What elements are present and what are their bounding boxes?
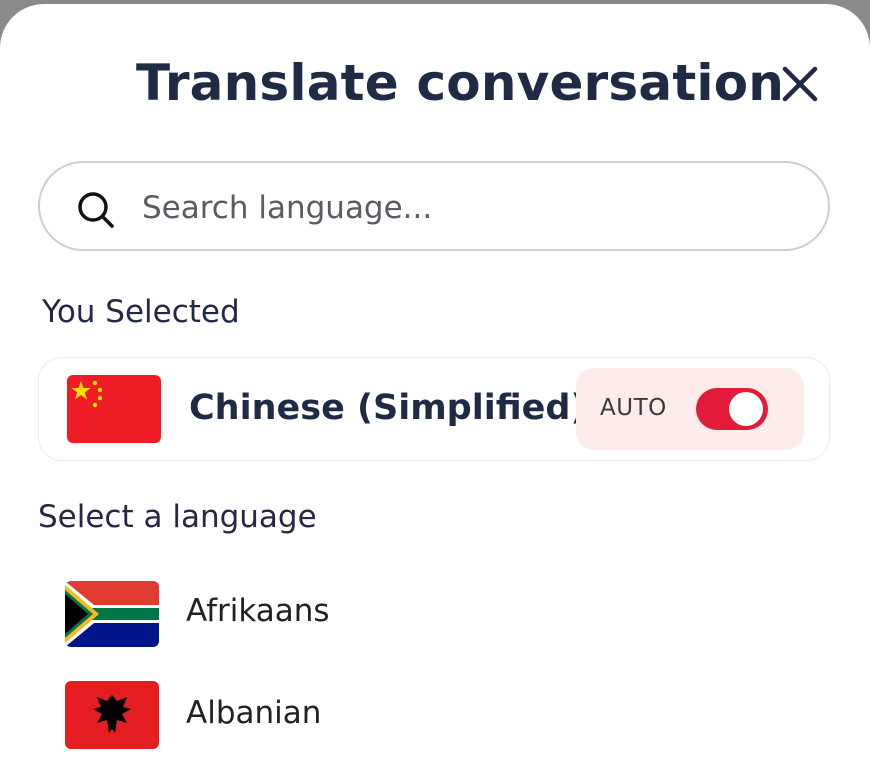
you-selected-heading: You Selected (42, 294, 240, 330)
translate-sheet: Translate conversation You Selected Chin… (0, 4, 870, 773)
auto-translate-control: AUTO (576, 368, 804, 450)
close-button[interactable] (778, 62, 822, 106)
auto-label: AUTO (600, 395, 667, 421)
close-icon (782, 66, 818, 102)
page-title: Translate conversation (136, 54, 785, 112)
albania-flag-icon (65, 681, 159, 749)
china-flag-icon (67, 375, 161, 443)
auto-toggle[interactable] (696, 388, 768, 430)
selected-language-name: Chinese (Simplified) (189, 388, 587, 428)
selected-language-card[interactable]: Chinese (Simplified) AUTO (38, 357, 830, 461)
language-item-afrikaans[interactable]: Afrikaans (38, 575, 830, 655)
search-box[interactable] (38, 161, 830, 251)
search-input[interactable] (140, 181, 784, 235)
language-name: Albanian (186, 695, 322, 731)
language-name: Afrikaans (186, 593, 330, 629)
search-icon (78, 192, 114, 228)
language-item-albanian[interactable]: Albanian (38, 677, 830, 757)
select-language-heading: Select a language (38, 499, 317, 535)
toggle-knob (729, 392, 763, 426)
south-africa-flag-icon (65, 581, 159, 647)
